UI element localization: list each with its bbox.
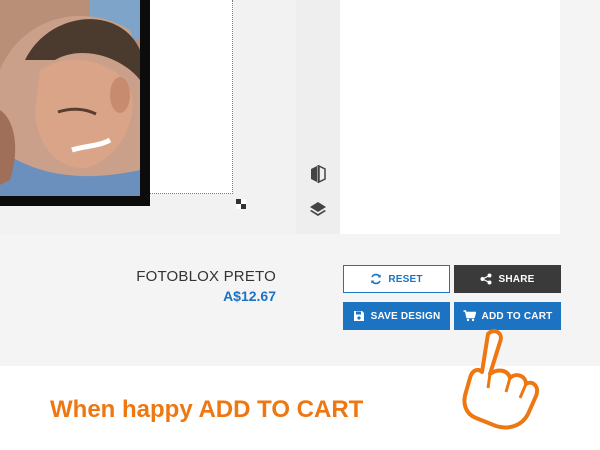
- share-button[interactable]: SHARE: [454, 265, 561, 293]
- reset-label: RESET: [388, 273, 423, 285]
- options-panel: [340, 0, 560, 234]
- pointing-hand-icon: [458, 326, 542, 432]
- photo-image: [0, 0, 140, 196]
- layers-icon[interactable]: [307, 198, 329, 220]
- page-margin: [560, 0, 600, 234]
- instruction-text: When happy ADD TO CART: [50, 396, 364, 423]
- save-design-button[interactable]: SAVE DESIGN: [343, 302, 450, 330]
- black-frame: [0, 0, 150, 206]
- product-price: A$12.67: [223, 288, 276, 304]
- save-icon: [353, 311, 364, 321]
- resize-handle-icon[interactable]: [234, 197, 248, 211]
- share-icon: [480, 273, 492, 285]
- product-name: FOTOBLOX PRETO: [136, 268, 276, 285]
- share-label: SHARE: [498, 273, 535, 285]
- save-design-label: SAVE DESIGN: [370, 310, 441, 322]
- reset-button[interactable]: RESET: [343, 265, 450, 293]
- design-canvas-area: [0, 0, 296, 234]
- flip-icon[interactable]: [307, 163, 329, 185]
- refresh-icon: [371, 273, 382, 285]
- uploaded-photo[interactable]: [0, 0, 140, 196]
- add-to-cart-label: ADD TO CART: [481, 310, 553, 322]
- cart-icon: [463, 310, 476, 322]
- canvas-tool-column: [296, 0, 340, 234]
